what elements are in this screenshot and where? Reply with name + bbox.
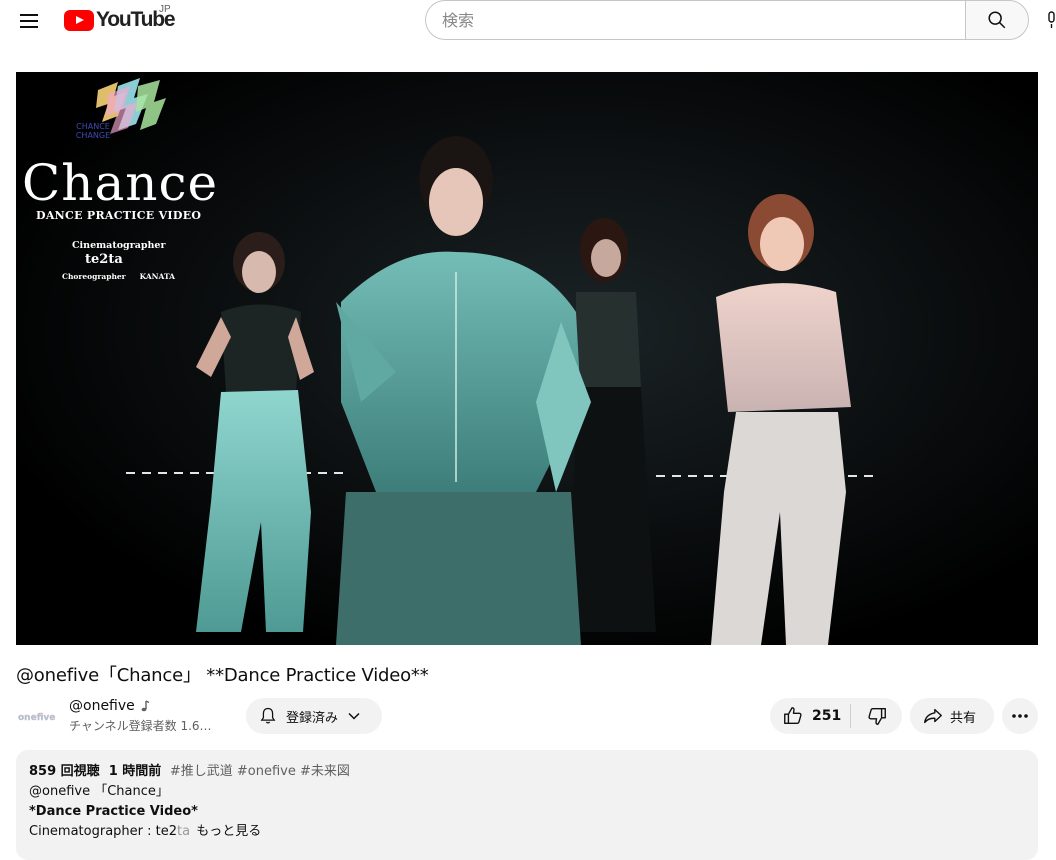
- youtube-logo[interactable]: YouTube: [64, 8, 176, 32]
- thumbs-up-icon: [784, 707, 802, 725]
- avatar-text: onefive: [18, 713, 55, 723]
- description-line-3: Cinematographer : te2ta もっと見る: [29, 822, 1025, 842]
- channel-info[interactable]: @onefive チャンネル登録者数 1.6…: [69, 698, 212, 734]
- youtube-play-icon: [64, 9, 94, 31]
- chevron-down-icon: [348, 712, 360, 720]
- subscribe-label: 登録済み: [286, 710, 339, 726]
- video-title: @onefive「Chance」 **Dance Practice Video*…: [16, 665, 429, 686]
- channel-owner: onefive @onefive チャンネル登録者数 1.6…: [16, 694, 212, 738]
- description-line-3-text: Cinematographer : te2: [29, 824, 178, 839]
- video-player[interactable]: CHANCE CHANGE Chance DANCE PRACTICE VIDE…: [16, 72, 1038, 645]
- video-actions: 251 共有: [770, 698, 1038, 734]
- search-bar: [425, 0, 1029, 40]
- more-actions-button[interactable]: [1002, 698, 1038, 734]
- hashtags[interactable]: #推し武道 #onefive #未来図: [170, 764, 350, 779]
- like-count: 251: [812, 708, 842, 724]
- overlay-subtitle: DANCE PRACTICE VIDEO: [36, 209, 202, 222]
- music-note-icon: [141, 700, 150, 712]
- more-horizontal-icon: [1012, 714, 1028, 718]
- search-input[interactable]: [442, 10, 965, 30]
- description-line-1: @onefive 「Chance」: [29, 784, 169, 799]
- description-line-2: *Dance Practice Video*: [29, 804, 198, 819]
- avatar[interactable]: onefive: [16, 698, 60, 734]
- upload-time: 1 時間前: [108, 764, 162, 779]
- search-box[interactable]: [425, 0, 965, 40]
- logo-text-line1: CHANCE: [76, 122, 110, 131]
- overlay-cinematographer-name: te2ta: [85, 252, 123, 267]
- voice-search-icon[interactable]: [1046, 0, 1056, 40]
- masthead: YouTube JP: [0, 0, 1056, 44]
- channel-name-row: @onefive: [69, 698, 212, 714]
- overlay-cinematographer-label: Cinematographer: [72, 240, 166, 251]
- dislike-button[interactable]: [851, 698, 902, 734]
- show-more-link[interactable]: もっと見る: [196, 824, 261, 839]
- overlay-choreographer-label: Choreographer: [62, 272, 126, 281]
- like-dislike-group: 251: [770, 698, 902, 734]
- logo-text-line2: CHANGE: [75, 131, 111, 140]
- bell-icon: [260, 707, 276, 724]
- share-button[interactable]: 共有: [910, 698, 994, 734]
- hamburger-menu-icon[interactable]: [12, 4, 46, 38]
- overlay-choreographer: Choreographer KANATA: [62, 272, 175, 281]
- region-code: JP: [159, 4, 171, 15]
- share-label: 共有: [950, 710, 977, 726]
- description-box[interactable]: 859 回視聴 1 時間前 #推し武道 #onefive #未来図 @onefi…: [16, 750, 1038, 860]
- view-count: 859 回視聴: [29, 764, 100, 779]
- channel-name[interactable]: @onefive: [69, 698, 135, 714]
- search-icon: [988, 11, 1006, 29]
- overlay-title: Chance: [22, 154, 219, 212]
- like-button[interactable]: 251: [770, 698, 850, 734]
- description-meta: 859 回視聴 1 時間前 #推し武道 #onefive #未来図: [29, 762, 1025, 782]
- search-button[interactable]: [965, 0, 1029, 40]
- subscribe-button[interactable]: 登録済み: [246, 698, 382, 734]
- chance-change-logo: CHANCE CHANGE: [66, 76, 176, 146]
- thumbs-down-icon: [867, 707, 886, 725]
- subscriber-count: チャンネル登録者数 1.6…: [69, 719, 212, 733]
- overlay-choreographer-name: KANATA: [139, 272, 175, 281]
- share-icon: [924, 708, 942, 724]
- description-line-3-fade: ta: [177, 824, 191, 839]
